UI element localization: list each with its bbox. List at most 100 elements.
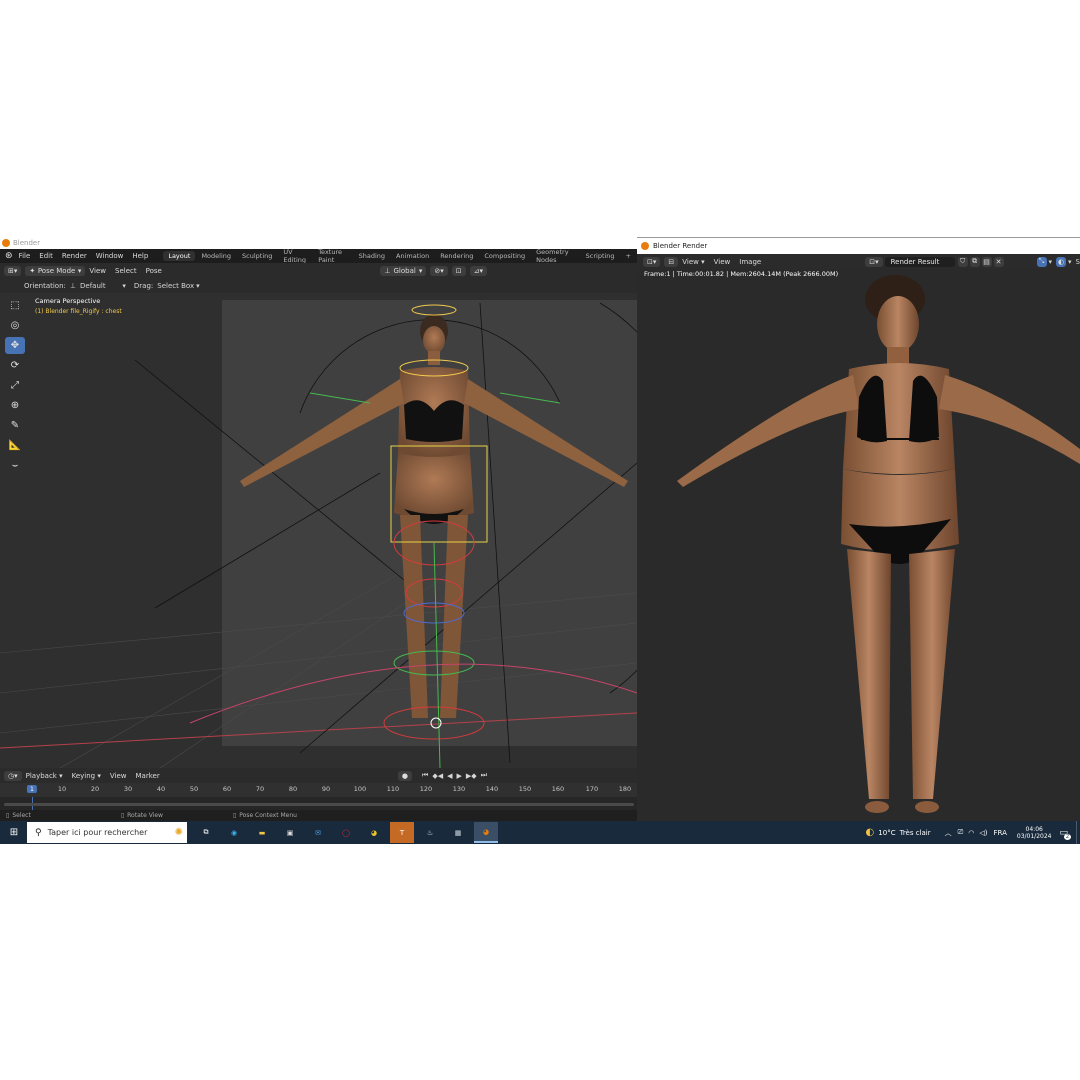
menu-playback[interactable]: Playback ▾ bbox=[26, 772, 63, 780]
menu-window[interactable]: Window bbox=[96, 252, 124, 260]
3d-viewport[interactable] bbox=[0, 293, 637, 768]
jump-keyframe-back-icon[interactable]: ◆◀ bbox=[432, 772, 443, 780]
render-result-canvas[interactable] bbox=[637, 269, 1080, 821]
tab-sculpting[interactable]: Sculpting bbox=[237, 251, 277, 261]
notification-center[interactable]: ▭ 2 bbox=[1059, 828, 1071, 840]
wifi-icon[interactable]: ◠ bbox=[968, 829, 974, 837]
chrome-browser-icon[interactable]: ◕ bbox=[362, 822, 386, 843]
volume-icon[interactable]: ◁) bbox=[979, 829, 987, 837]
chevron-down-icon: ▾ bbox=[196, 282, 200, 290]
frame-tick: 150 bbox=[518, 785, 532, 793]
menu-edit[interactable]: Edit bbox=[39, 252, 53, 260]
add-workspace-button[interactable]: + bbox=[621, 251, 636, 261]
bone-tool-icon[interactable]: ⌣ bbox=[5, 457, 25, 474]
status-select: Select bbox=[12, 812, 31, 819]
taskbar-search-box[interactable]: ⚲ Taper ici pour rechercher ✺ bbox=[27, 822, 187, 843]
transform-tool-icon[interactable]: ⊕ bbox=[5, 397, 25, 414]
tray-chevron-up-icon[interactable]: ︿ bbox=[945, 828, 952, 838]
tab-rendering[interactable]: Rendering bbox=[435, 251, 478, 261]
task-view-icon[interactable]: ⧉ bbox=[194, 822, 218, 843]
drag-select[interactable]: Select Box ▾ bbox=[157, 282, 199, 290]
edge-browser-icon[interactable]: ◉ bbox=[222, 822, 246, 843]
image-editor-type-button[interactable]: ⊡▾ bbox=[643, 256, 661, 267]
fake-user-shield-icon[interactable]: ⛉ bbox=[957, 256, 968, 267]
chevron-down-icon[interactable]: ▾ bbox=[1068, 258, 1072, 266]
clock[interactable]: 04:06 03/01/2024 bbox=[1017, 826, 1052, 840]
play-icon[interactable]: ▶ bbox=[457, 772, 462, 780]
select-box-tool-icon[interactable]: ⬚ bbox=[5, 297, 25, 314]
timeline-track-area[interactable] bbox=[0, 797, 637, 810]
menu-help[interactable]: Help bbox=[132, 252, 148, 260]
weather-temp[interactable]: 10°C bbox=[878, 829, 895, 837]
measure-tool-icon[interactable]: 📐 bbox=[5, 437, 25, 454]
jump-start-icon[interactable]: ⏮ bbox=[422, 771, 428, 780]
menu-file[interactable]: File bbox=[19, 252, 31, 260]
app-window-icon[interactable]: ▦ bbox=[446, 822, 470, 843]
duplicate-image-icon[interactable]: ⧉ bbox=[969, 256, 980, 267]
jump-end-icon[interactable]: ⏭ bbox=[481, 771, 487, 780]
orientation-select[interactable]: ⊥ Default ▾ bbox=[70, 282, 126, 290]
blender-taskbar-icon[interactable]: ◕ bbox=[474, 822, 498, 843]
menu-pose[interactable]: Pose bbox=[146, 267, 162, 275]
menu-render-view[interactable]: View bbox=[714, 258, 731, 266]
image-name-field[interactable]: Render Result bbox=[884, 256, 955, 267]
steam-icon[interactable]: ♨ bbox=[418, 822, 442, 843]
menu-keying[interactable]: Keying ▾ bbox=[72, 772, 101, 780]
image-mode-button[interactable]: ⊟ bbox=[664, 256, 679, 267]
menu-marker[interactable]: Marker bbox=[136, 772, 160, 780]
open-folder-icon[interactable]: ▤ bbox=[981, 256, 992, 267]
annotate-tool-icon[interactable]: ✎ bbox=[5, 417, 25, 434]
rotate-tool-icon[interactable]: ⟳ bbox=[5, 357, 25, 374]
menu-timeline-view[interactable]: View bbox=[110, 772, 127, 780]
move-tool-icon[interactable]: ✥ bbox=[5, 337, 25, 354]
tab-layout[interactable]: Layout bbox=[163, 251, 196, 261]
weather-desc[interactable]: Très clair bbox=[900, 829, 931, 837]
show-desktop-strip[interactable] bbox=[1076, 821, 1080, 844]
menu-image[interactable]: Image bbox=[739, 258, 761, 266]
menu-view[interactable]: View bbox=[89, 267, 106, 275]
tab-compositing[interactable]: Compositing bbox=[479, 251, 530, 261]
timeline-editor-type-button[interactable]: ◷▾ bbox=[4, 770, 22, 781]
pivot-point-icon[interactable]: ⊘▾ bbox=[430, 266, 448, 276]
sidebar-toggle-icon[interactable]: S bbox=[1076, 258, 1080, 266]
mode-select[interactable]: ✦ Pose Mode ▾ bbox=[25, 266, 86, 276]
cursor-tool-icon[interactable]: ◎ bbox=[5, 317, 25, 334]
mail-icon[interactable]: ✉ bbox=[306, 822, 330, 843]
windows-start-icon[interactable]: ⊞ bbox=[2, 827, 26, 838]
opera-browser-icon[interactable]: ◯ bbox=[334, 822, 358, 843]
language-indicator[interactable]: FRA bbox=[993, 829, 1006, 837]
close-image-icon[interactable]: ✕ bbox=[993, 256, 1004, 267]
tab-modeling[interactable]: Modeling bbox=[196, 251, 236, 261]
overlay-toggle-icon[interactable]: ◐ bbox=[1056, 256, 1067, 267]
microsoft-store-icon[interactable]: ▣ bbox=[278, 822, 302, 843]
chevron-down-icon: ▾ bbox=[418, 267, 423, 275]
play-reverse-icon[interactable]: ◀ bbox=[447, 772, 452, 780]
timeline-scrollbar[interactable] bbox=[4, 803, 634, 806]
gizmo-toggle-icon[interactable]: ⤡ bbox=[1036, 256, 1047, 267]
editor-type-button[interactable]: ⊞▾ bbox=[4, 266, 22, 276]
snapping-icon[interactable]: ⊡ bbox=[451, 266, 466, 276]
menu-select[interactable]: Select bbox=[115, 267, 137, 275]
proportional-editing-icon[interactable]: ⊿▾ bbox=[469, 266, 487, 276]
drag-value: Select Box bbox=[157, 282, 195, 290]
timeline-ruler[interactable]: 1 10 20 30 40 50 60 70 80 90 100 110 120… bbox=[0, 783, 637, 797]
render-stats: Frame:1 | Time:00:01.82 | Mem:2604.14M (… bbox=[644, 270, 839, 278]
status-bar: ▯ Select ▯ Rotate View ▯ Pose Context Me… bbox=[0, 810, 637, 821]
blender-menu-icon[interactable]: ⊛ bbox=[5, 251, 13, 261]
tab-animation[interactable]: Animation bbox=[391, 251, 434, 261]
teams-icon[interactable]: T bbox=[390, 822, 414, 843]
record-keyframe-icon[interactable]: ● bbox=[397, 770, 413, 781]
file-explorer-icon[interactable]: ▬ bbox=[250, 822, 274, 843]
scale-tool-icon[interactable]: ⤢ bbox=[5, 377, 25, 394]
image-browse-icon[interactable]: ⊡▾ bbox=[865, 256, 883, 267]
chevron-down-icon[interactable]: ▾ bbox=[1049, 258, 1053, 266]
menu-render[interactable]: Render bbox=[62, 252, 87, 260]
network-icon[interactable]: ⎚ bbox=[958, 828, 964, 837]
weather-icon[interactable]: ◐ bbox=[866, 827, 875, 838]
jump-keyframe-forward-icon[interactable]: ▶◆ bbox=[466, 772, 477, 780]
menu-view-dropdown[interactable]: View ▾ bbox=[682, 258, 704, 266]
tab-scripting[interactable]: Scripting bbox=[581, 251, 620, 261]
tab-shading[interactable]: Shading bbox=[354, 251, 390, 261]
transform-space-select[interactable]: ⊥ Global ▾ bbox=[380, 266, 427, 276]
current-frame-indicator[interactable]: 1 bbox=[26, 785, 38, 793]
